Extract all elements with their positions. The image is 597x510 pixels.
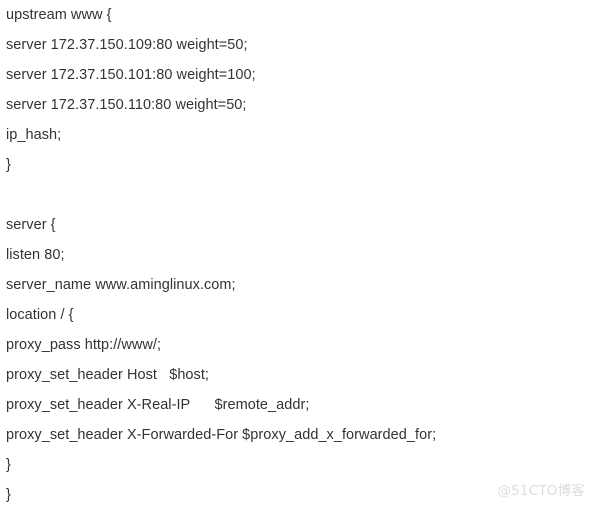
code-line: location / { xyxy=(6,307,74,323)
code-line: } xyxy=(6,157,11,173)
code-line: server 172.37.150.110:80 weight=50; xyxy=(6,97,247,113)
code-block: upstream www { server 172.37.150.109:80 w… xyxy=(0,0,597,510)
code-line: server { xyxy=(6,217,56,233)
code-line: proxy_set_header Host $host; xyxy=(6,367,210,383)
code-line: upstream www { xyxy=(6,7,112,23)
code-line: proxy_set_header X-Real-IP $remote_addr; xyxy=(6,397,310,413)
code-line: listen 80; xyxy=(6,247,65,263)
code-line: proxy_set_header X-Forwarded-For $proxy_… xyxy=(6,427,437,443)
code-line: ip_hash; xyxy=(6,127,62,143)
code-line: } xyxy=(6,457,11,473)
code-line: server 172.37.150.109:80 weight=50; xyxy=(6,37,248,53)
watermark: @51CTO博客 xyxy=(497,483,585,499)
code-line: server 172.37.150.101:80 weight=100; xyxy=(6,67,256,83)
code-line: proxy_pass http://www/; xyxy=(6,337,162,353)
code-line: server_name www.aminglinux.com; xyxy=(6,277,236,293)
